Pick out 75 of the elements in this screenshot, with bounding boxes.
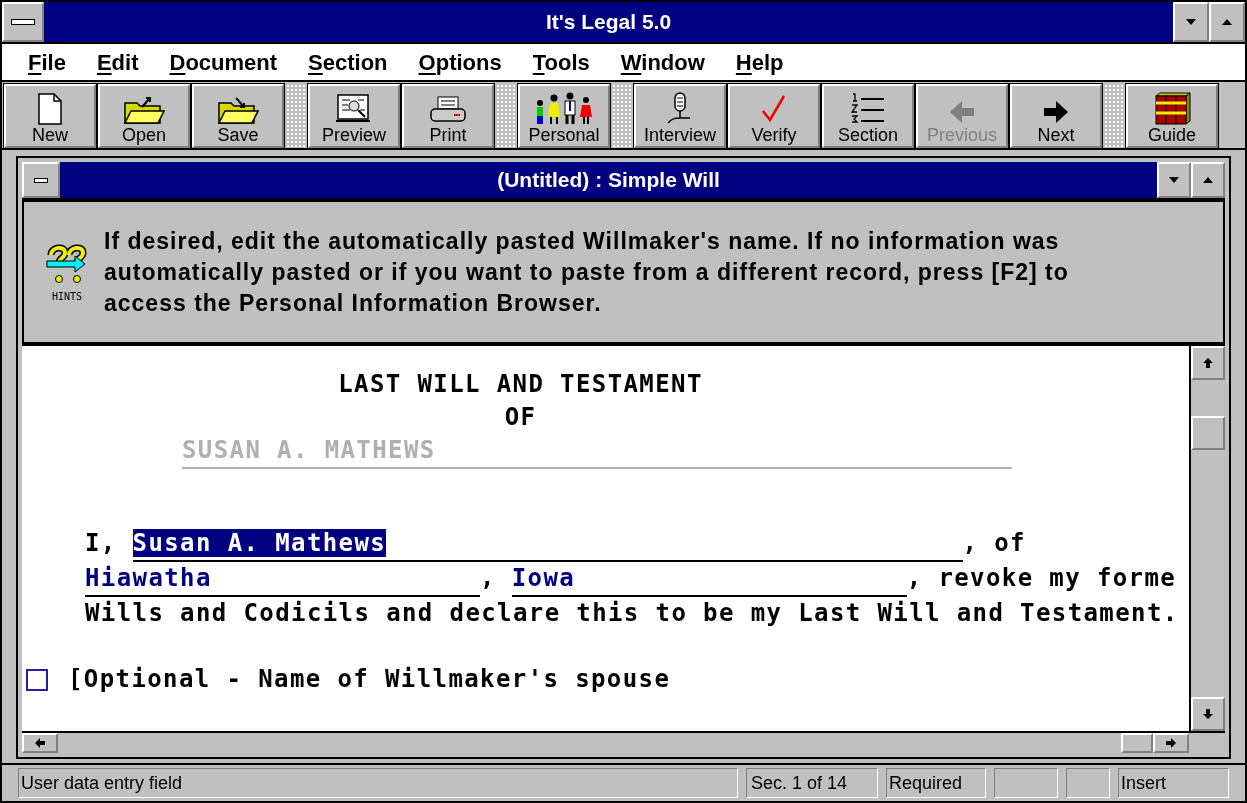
maximize-button[interactable]: [1209, 2, 1245, 42]
menu-item[interactable]: Options: [418, 45, 502, 79]
toolbar-separator: [286, 84, 308, 148]
checkbox[interactable]: [26, 668, 48, 691]
hint-text: If desired, edit the automatically pasted Willmaker's name. If no information was automatically pasted or if you want to paste from a different record, press [F2] to access the Personal Information Browser.: [104, 226, 1070, 318]
toolbar-button[interactable]: Next: [1010, 84, 1102, 148]
blank-page-icon: [36, 93, 64, 125]
menu-item[interactable]: Document: [169, 45, 278, 79]
folder-icon: [216, 95, 260, 125]
name-line: SUSAN A. MATHEWS: [182, 434, 1012, 469]
hints-label: HINTS: [51, 289, 83, 304]
toolbar-button[interactable]: Open: [98, 84, 190, 148]
up-triangle-icon: [1202, 175, 1214, 185]
down-triangle-icon: [1168, 175, 1180, 185]
toolbar-separator: [496, 84, 518, 148]
checkmark-icon: [760, 93, 788, 125]
document-heading: LAST WILL AND TESTAMENT: [337, 369, 704, 400]
printer-icon: [428, 95, 468, 125]
toolbar-button[interactable]: Interview: [634, 84, 726, 148]
window-title: It's Legal 5.0: [545, 9, 672, 36]
optional-clause: [Optional - Name of Willmaker's spouse: [68, 664, 671, 695]
toolbar-button[interactable]: Preview: [308, 84, 400, 148]
requirement-indicator: Required: [886, 768, 986, 798]
numbered-list-icon: [850, 91, 886, 125]
right-arrow-icon: [1042, 99, 1070, 125]
menu-item[interactable]: Edit: [96, 45, 139, 79]
section-indicator: Sec. 1 of 14: [746, 768, 878, 798]
toolbar-button[interactable]: Guide: [1126, 84, 1218, 148]
status-message: User data entry field: [18, 768, 738, 798]
down-triangle-icon: [1185, 17, 1197, 27]
up-arrow-icon: [1202, 357, 1214, 369]
menu-item[interactable]: File: [28, 45, 66, 79]
toolbar-button[interactable]: Save: [192, 84, 284, 148]
left-arrow-icon: [948, 99, 976, 125]
toolbar-button[interactable]: Section: [822, 84, 914, 148]
scroll-up-button[interactable]: [1191, 346, 1225, 380]
scroll-right-button[interactable]: [1153, 733, 1189, 753]
minimize-button[interactable]: [1173, 2, 1209, 42]
books-icon: [1152, 91, 1192, 125]
system-menu-button[interactable]: [2, 2, 44, 42]
fill-in-line[interactable]: Susan A. Mathews: [132, 527, 963, 562]
fill-in-line[interactable]: Hiawatha: [85, 562, 480, 597]
toolbar-button[interactable]: Personal: [518, 84, 610, 148]
mode-indicator: Insert: [1118, 768, 1229, 798]
document-text: ,: [480, 564, 497, 592]
document-text: , revoke my forme: [906, 564, 1177, 592]
system-menu-button[interactable]: [22, 162, 60, 198]
toolbar-button[interactable]: Verify: [728, 84, 820, 148]
status-panel: [994, 768, 1058, 798]
right-arrow-icon: [1165, 737, 1177, 749]
maximize-button[interactable]: [1191, 162, 1225, 198]
scroll-left-button[interactable]: [22, 733, 58, 753]
menu-item[interactable]: Section: [308, 45, 388, 79]
status-panel: [1066, 768, 1110, 798]
minimize-button[interactable]: [1157, 162, 1191, 198]
toolbar-separator: [612, 84, 634, 148]
toolbar-button[interactable]: New: [4, 84, 96, 148]
document-text: I,: [85, 529, 118, 557]
document-heading: OF: [503, 402, 538, 433]
menu-item[interactable]: Window: [620, 45, 705, 79]
document-text: Wills and Codicils and declare this to be my Last Will and Testament.: [85, 599, 1179, 627]
down-arrow-icon: [1202, 708, 1214, 720]
menu-item[interactable]: Tools: [532, 45, 590, 79]
toolbar-button[interactable]: Print: [402, 84, 494, 148]
left-arrow-icon: [34, 737, 46, 749]
scroll-thumb[interactable]: [1191, 416, 1225, 450]
document-text: , of: [962, 529, 1026, 557]
scroll-thumb[interactable]: [1121, 733, 1153, 753]
toolbar-separator: [1104, 84, 1126, 148]
open-folder-icon: [122, 95, 166, 125]
menu-item[interactable]: Help: [735, 45, 784, 79]
scroll-down-button[interactable]: [1191, 697, 1225, 731]
window-title: (Untitled) : Simple Will: [497, 167, 720, 194]
up-triangle-icon: [1221, 17, 1233, 27]
fill-in-line[interactable]: Iowa: [511, 562, 907, 597]
